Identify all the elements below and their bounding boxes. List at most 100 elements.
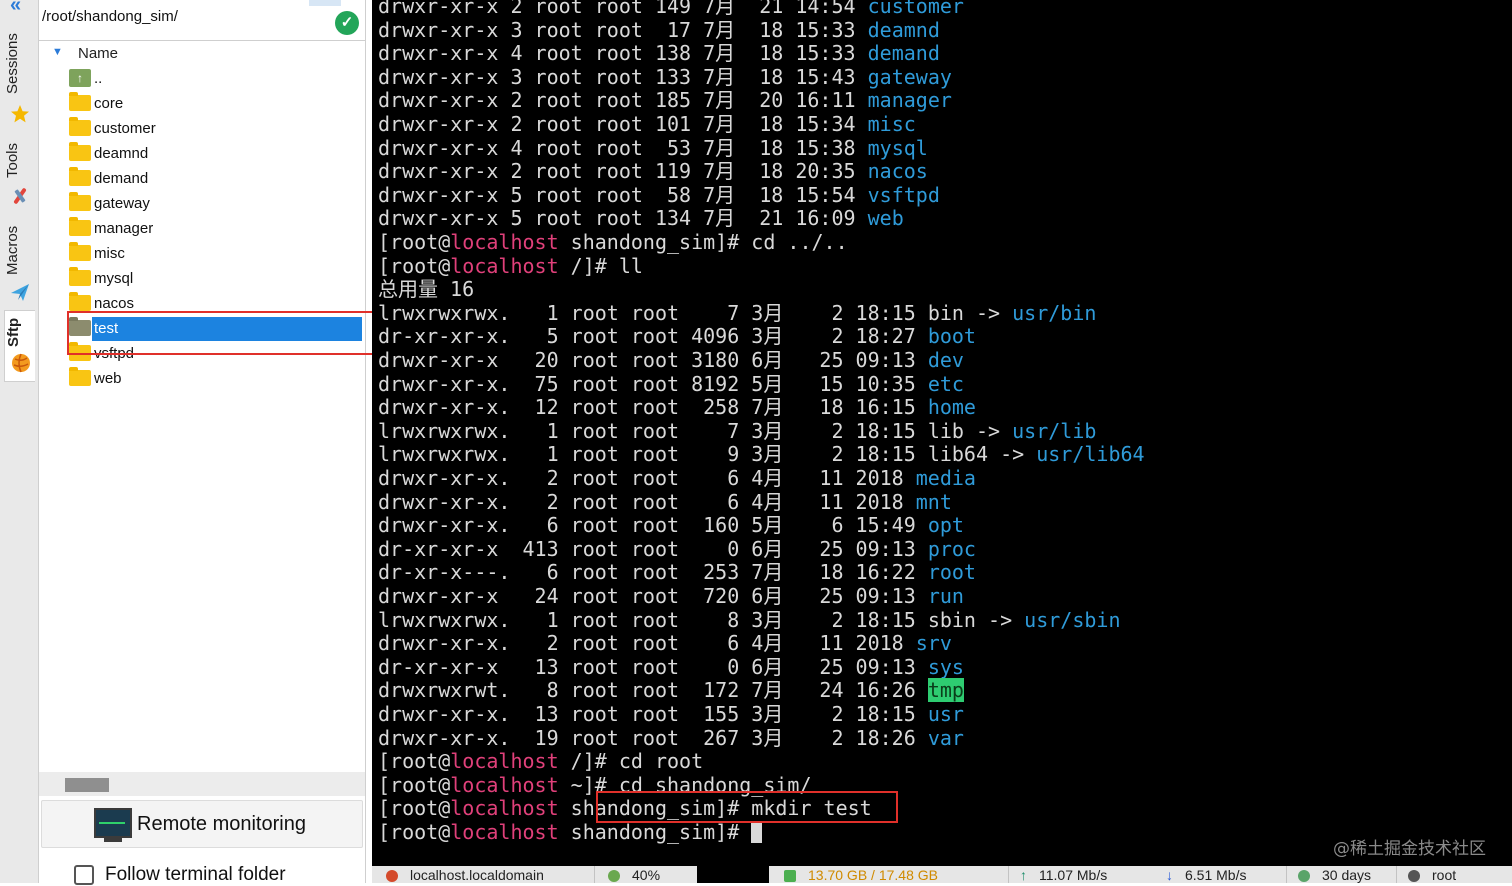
path-toolbar-button[interactable]: [309, 0, 341, 6]
status-cpu: 40%: [608, 867, 660, 883]
file-row-misc[interactable]: misc: [67, 242, 363, 265]
status-separator: [594, 866, 595, 883]
upload-arrow-icon: ↑: [1020, 867, 1027, 883]
tab-tools[interactable]: Tools: [4, 136, 34, 212]
terminal-line: drwxr-xr-x 2 root root 149 7月 21 14:54 c…: [378, 0, 964, 18]
tab-sftp[interactable]: Sftp: [4, 310, 35, 382]
file-name: manager: [94, 220, 154, 237]
column-name-header[interactable]: Name: [78, 45, 118, 62]
listing-attributes: drwxr-xr-x 4 root root 138 7月 18 15:33: [378, 41, 868, 66]
scrollbar-thumb[interactable]: [65, 778, 109, 792]
listing-filename: demand: [867, 41, 940, 66]
folder-icon: [69, 192, 91, 211]
listing-filename: lib: [927, 418, 964, 443]
file-row-parent[interactable]: ↑ ..: [67, 67, 363, 90]
path-ok-check-icon[interactable]: ✓: [335, 11, 359, 35]
folder-icon: [69, 217, 91, 236]
file-row-web[interactable]: web: [67, 367, 363, 390]
listing-filename: etc: [927, 371, 964, 396]
folder-icon: [69, 167, 91, 186]
listing-attributes: drwxr-xr-x 2 root root 185 7月 20 16:11: [378, 88, 868, 113]
terminal-line: drwxr-xr-x 2 root root 185 7月 20 16:11 m…: [378, 88, 952, 112]
listing-filename: tmp: [927, 678, 964, 703]
listing-filename: dev: [927, 348, 964, 372]
terminal-cursor: [751, 821, 763, 843]
listing-filename: root: [927, 560, 976, 585]
prompt-user: [root@: [378, 772, 451, 797]
terminal-line: drwxr-xr-x. 13 root root 155 3月 2 18:15 …: [378, 702, 964, 726]
tab-sftp-label: Sftp: [5, 317, 22, 347]
terminal-text: 总用量 16: [378, 277, 475, 302]
terminal-line: drwxr-xr-x 4 root root 53 7月 18 15:38 my…: [378, 136, 928, 160]
terminal-line: drwxrwxrwt. 8 root root 172 7月 24 16:26 …: [378, 678, 964, 703]
horizontal-scrollbar[interactable]: [39, 772, 365, 796]
sort-down-arrow-icon[interactable]: ▼: [52, 46, 63, 58]
terminal[interactable]: drwxr-xr-x 2 root root 149 7月 21 14:54 c…: [372, 0, 1512, 866]
terminal-line: drwxr-xr-x 5 root root 58 7月 18 15:54 vs…: [378, 183, 940, 207]
file-row-gateway[interactable]: gateway: [67, 192, 363, 215]
terminal-line: [root@localhost shandong_sim]#: [378, 820, 763, 844]
listing-filename: manager: [867, 88, 952, 113]
path-input[interactable]: /root/shandong_sim/: [42, 8, 178, 25]
symlink-target: usr/lib64: [1036, 442, 1145, 467]
prompt-host: localhost: [450, 749, 559, 774]
file-name: misc: [94, 245, 125, 262]
listing-attributes: drwxr-xr-x. 13 root root 155 3月 2 18:15: [378, 702, 928, 726]
terminal-line: [root@localhost /]# cd root: [378, 749, 703, 773]
file-row-demand[interactable]: demand: [67, 167, 363, 190]
parent-folder-icon: ↑: [69, 69, 91, 87]
file-name: demand: [94, 170, 149, 187]
status-black-block: [697, 866, 769, 883]
disk-icon: [784, 870, 796, 883]
listing-attributes: drwxr-xr-x 2 root root 101 7月 18 15:34: [378, 112, 868, 136]
listing-filename: gateway: [867, 64, 952, 89]
listing-filename: opt: [927, 513, 964, 538]
prompt-user: [root@: [378, 749, 451, 774]
listing-attributes: dr-xr-xr-x 413 root root 0 6月 25 09:13: [378, 536, 928, 561]
folder-icon: [69, 142, 91, 161]
symlink-arrow: ->: [963, 300, 1013, 325]
listing-filename: home: [927, 395, 976, 420]
listing-attributes: drwxr-xr-x 2 root root 149 7月 21 14:54: [378, 0, 868, 18]
sftp-panel: /root/shandong_sim/ ✓ ▼ Name ↑ .. core c…: [39, 0, 366, 885]
collapse-icon[interactable]: «: [10, 0, 21, 17]
file-row-customer[interactable]: customer: [67, 117, 363, 140]
terminal-line: lrwxrwxrwx. 1 root root 8 3月 2 18:15 sbi…: [378, 608, 1120, 632]
file-row-mysql[interactable]: mysql: [67, 267, 363, 290]
listing-filename: nacos: [867, 159, 928, 184]
folder-icon: [69, 292, 91, 311]
listing-attributes: drwxr-xr-x. 2 root root 6 4月 11 2018: [378, 631, 916, 656]
folder-icon: [69, 242, 91, 261]
symlink-arrow: ->: [988, 442, 1037, 467]
remote-monitoring-button[interactable]: Remote monitoring: [41, 800, 363, 848]
listing-attributes: drwxr-xr-x. 2 root root 6 4月 11 2018: [378, 489, 916, 514]
terminal-command: cd ../..: [751, 230, 848, 254]
status-user: root: [1408, 867, 1456, 883]
file-row-manager[interactable]: manager: [67, 217, 363, 240]
symlink-target: usr/sbin: [1024, 607, 1121, 632]
listing-attributes: drwxrwxrwt. 8 root root 172 7月 24 16:26: [378, 678, 928, 703]
listing-filename: proc: [927, 536, 976, 561]
listing-attributes: lrwxrwxrwx. 1 root root 7 3月 2 18:15: [378, 300, 928, 325]
listing-filename: sys: [927, 654, 964, 679]
cpu-icon: [608, 870, 620, 883]
tab-macros[interactable]: Macros: [4, 218, 34, 308]
prompt-user: [root@: [378, 796, 451, 821]
listing-attributes: drwxr-xr-x 20 root root 3180 6月 25 09:13: [378, 348, 928, 372]
terminal-line: drwxr-xr-x 3 root root 133 7月 18 15:43 g…: [378, 65, 952, 89]
listing-filename: srv: [915, 631, 952, 656]
status-host[interactable]: localhost.localdomain: [386, 867, 544, 883]
prompt-host: localhost: [450, 253, 559, 278]
tab-sessions[interactable]: Sessions: [4, 26, 34, 132]
follow-terminal-row[interactable]: Follow terminal folder: [39, 858, 365, 885]
listing-attributes: drwxr-xr-x 3 root root 17 7月 18 15:33: [378, 17, 868, 42]
file-row-deamnd[interactable]: deamnd: [67, 142, 363, 165]
prompt-user: [root@: [378, 230, 451, 254]
file-row-core[interactable]: core: [67, 92, 363, 115]
listing-filename: vsftpd: [867, 182, 940, 207]
listing-attributes: drwxr-xr-x. 6 root root 160 5月 6 15:49: [378, 513, 928, 538]
watermark: @稀土掘金技术社区: [1333, 839, 1486, 859]
follow-terminal-checkbox[interactable]: [74, 865, 94, 885]
status-host-label: localhost.localdomain: [410, 867, 544, 883]
listing-filename: web: [867, 206, 904, 231]
